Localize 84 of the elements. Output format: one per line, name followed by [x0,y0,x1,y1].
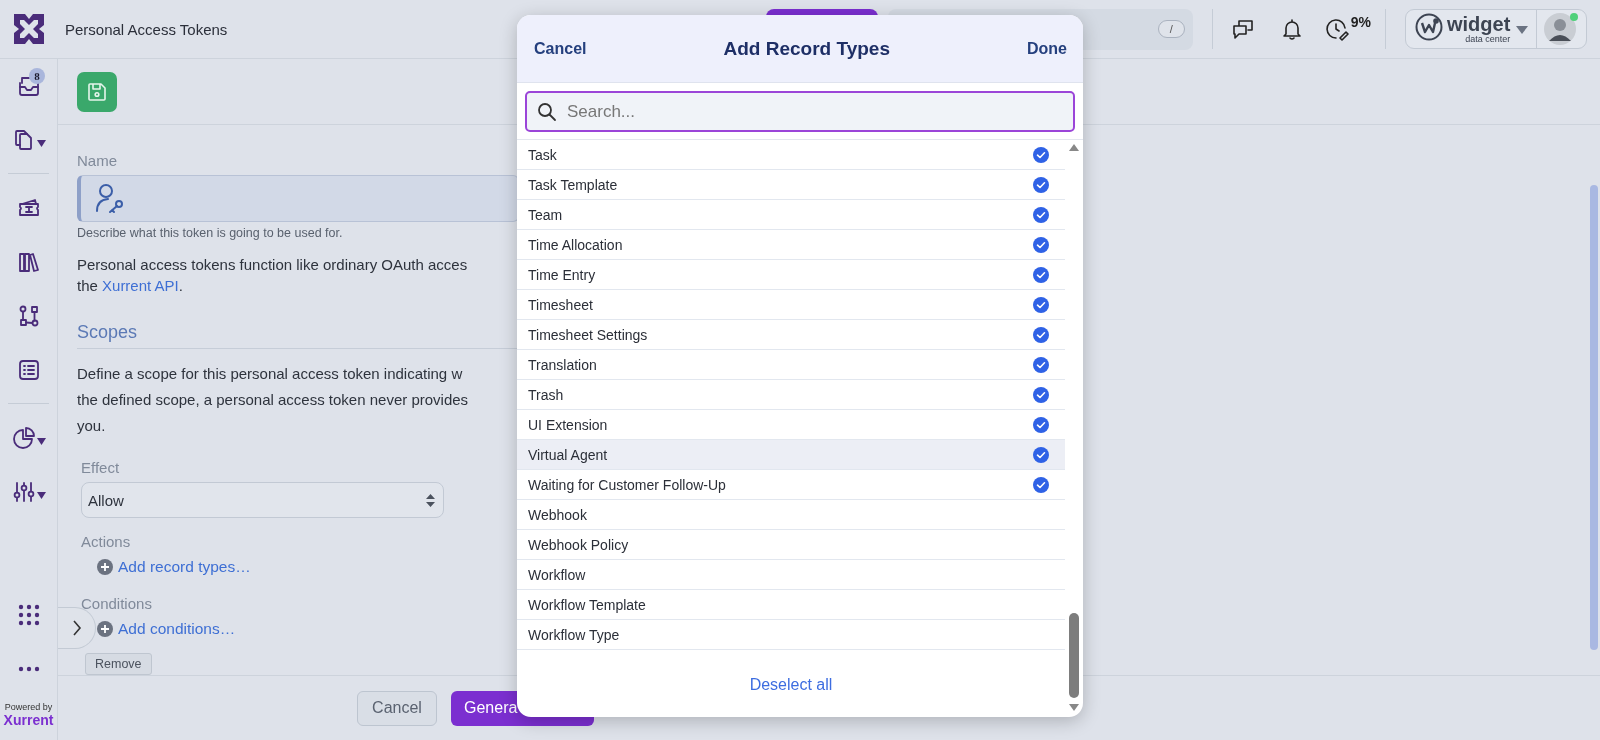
check-icon[interactable] [1033,446,1049,463]
brand-logo-icon [1415,13,1443,41]
check-icon[interactable] [1033,206,1049,223]
list-item[interactable]: Task Template [517,170,1065,200]
inbox-icon[interactable] [16,74,41,98]
check-icon[interactable] [1033,266,1049,283]
avatar[interactable] [1544,13,1577,45]
user-key-icon [95,183,125,215]
pie-chart-icon[interactable] [11,426,36,450]
list-item[interactable]: Webhook [517,500,1065,530]
done-button[interactable]: Done [1027,39,1067,58]
check-icon[interactable] [1033,236,1049,253]
check-icon[interactable] [1033,416,1049,433]
form-icon[interactable] [16,358,41,382]
list-item[interactable]: Timesheet [517,290,1065,320]
field-label: Actions [81,533,132,551]
list-item[interactable]: Workflow Template [517,590,1065,620]
add-conditions-link[interactable]: Add conditions… [97,620,236,639]
list-item[interactable]: Virtual Agent [517,440,1065,470]
app-grid-icon[interactable] [16,603,41,627]
brand-link[interactable]: Xurrent [0,712,57,728]
api-link[interactable]: Xurrent API [102,277,179,295]
check-icon[interactable] [1033,296,1049,313]
caret-icon[interactable] [36,437,46,445]
down-arrow-icon[interactable] [1069,704,1079,711]
books-icon[interactable] [16,250,41,274]
list-item[interactable]: Workflow [517,560,1065,590]
percent-text: 9% [1350,14,1371,30]
cancel-button[interactable]: Cancel [357,690,437,726]
updown-icon [426,494,435,507]
plus-circle-icon [97,621,113,638]
list-item[interactable]: Timesheet Settings [517,320,1065,350]
account-subtitle: data center [1465,35,1511,44]
list-item[interactable]: Team [517,200,1065,230]
expand-button[interactable] [58,607,96,649]
check-icon[interactable] [1033,326,1049,343]
check-icon[interactable] [1033,146,1049,163]
sliders-icon[interactable] [11,480,36,504]
effect-select[interactable]: Allow [81,482,444,519]
powered-by-text: Powered by [3,702,54,712]
field-label: Conditions [81,595,153,613]
list-item[interactable]: Time Allocation [517,230,1065,260]
count-badge: 8 [29,68,45,84]
list-item[interactable]: Translation [517,350,1065,380]
list-item[interactable]: Time Entry [517,260,1065,290]
check-icon[interactable] [1033,476,1049,493]
up-arrow-icon[interactable] [1069,144,1079,151]
list-item[interactable]: Workflow Type [517,620,1065,650]
account-name: widget [1447,14,1511,34]
page-title: Personal Access Tokens [65,20,228,38]
list-item[interactable]: Trash [517,380,1065,410]
chevron-icon [71,620,82,636]
list-item[interactable]: Task [517,140,1065,170]
list-item[interactable]: Webhook Policy [517,530,1065,560]
scrollbar[interactable] [1069,613,1079,698]
caret-icon[interactable] [36,139,46,147]
remove-button[interactable]: Remove [85,653,152,676]
scope-description: Define a scope for this personal access token indicating w the defined scope, a personal access token never provides you. [77,364,469,437]
account-switcher[interactable]: widget data center [1405,9,1587,49]
clock-icon[interactable] [1324,17,1349,41]
shortcut-key: / [1157,20,1185,38]
deselect-all-link[interactable]: Deselect all [749,675,833,694]
search-field[interactable]: Search... [525,91,1075,132]
scrollbar[interactable] [1590,185,1598,651]
add-record-types-link[interactable]: Add record types… [97,558,251,577]
dialog-title: Add Record Types [723,37,890,60]
check-icon[interactable] [1033,176,1049,193]
plus-circle-icon [97,559,113,576]
save-icon [86,80,108,103]
check-icon[interactable] [1033,386,1049,403]
field-label: Name [77,152,117,170]
caret-icon [1516,26,1529,34]
hint-text: Describe what this token is going to be used for. [77,226,343,241]
list-item[interactable]: Waiting for Customer Follow-Up [517,470,1065,500]
description-text: Personal access tokens function like ordinary OAuth acces the Xurrent API. [77,255,468,297]
section-heading: Scopes [77,322,517,350]
logo-icon[interactable] [13,13,45,45]
name-field[interactable] [77,175,519,223]
field-label: Effect [81,459,121,477]
cancel-button[interactable]: Cancel [534,39,587,58]
caret-icon[interactable] [36,491,46,499]
check-icon[interactable] [1033,356,1049,373]
search-icon [537,102,557,122]
chat-icon[interactable] [1230,17,1255,41]
